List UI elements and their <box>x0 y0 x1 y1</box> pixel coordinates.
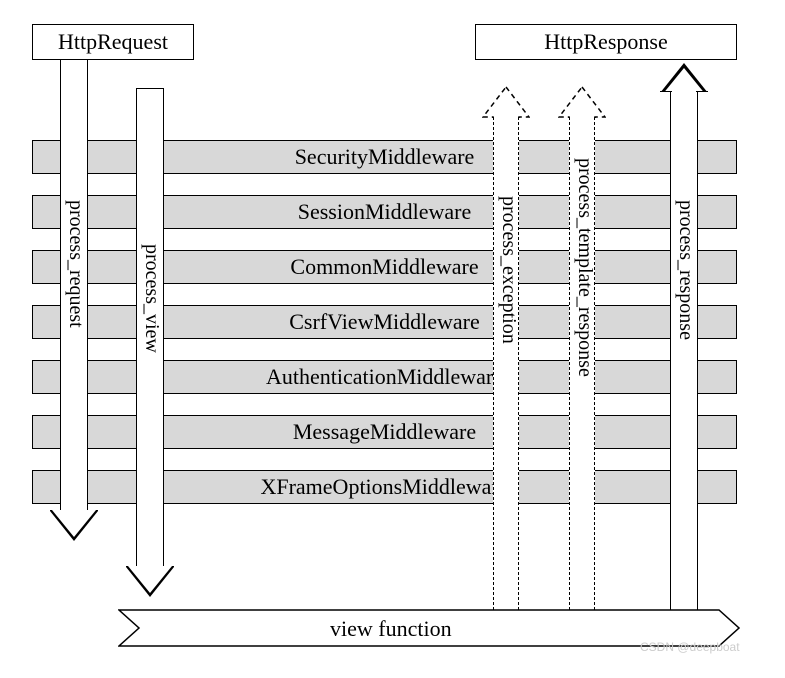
process-view-label: process_view <box>140 244 163 353</box>
http-response-box: HttpResponse <box>475 24 737 60</box>
middleware-label: CommonMiddleware <box>290 254 478 280</box>
up-arrow-icon <box>558 86 606 118</box>
http-response-label: HttpResponse <box>544 29 667 55</box>
up-arrow-icon <box>660 63 708 93</box>
process-response-label: process_response <box>674 200 697 340</box>
middleware-label: CsrfViewMiddleware <box>289 309 480 335</box>
middleware-label: MessageMiddleware <box>293 419 476 445</box>
down-arrow-icon <box>126 567 174 597</box>
view-function-label: view function <box>330 616 452 642</box>
watermark: CSDN @deepboat <box>640 640 740 654</box>
diagram-canvas: HttpRequest HttpResponse SecurityMiddlew… <box>0 0 785 678</box>
process-template-response-label: process_template_response <box>573 158 596 377</box>
http-request-label: HttpRequest <box>58 29 168 55</box>
process-request-label: process_request <box>64 200 87 328</box>
middleware-label: SessionMiddleware <box>298 199 472 225</box>
process-response-arrow <box>670 92 698 612</box>
http-request-box: HttpRequest <box>32 24 194 60</box>
middleware-label: SecurityMiddleware <box>295 144 475 170</box>
middleware-label: XFrameOptionsMiddleware <box>260 474 508 500</box>
up-arrow-icon <box>482 86 530 118</box>
process-exception-label: process_exception <box>497 196 520 344</box>
middleware-label: AuthenticationMiddleware <box>266 364 503 390</box>
down-arrow-icon <box>50 511 98 541</box>
